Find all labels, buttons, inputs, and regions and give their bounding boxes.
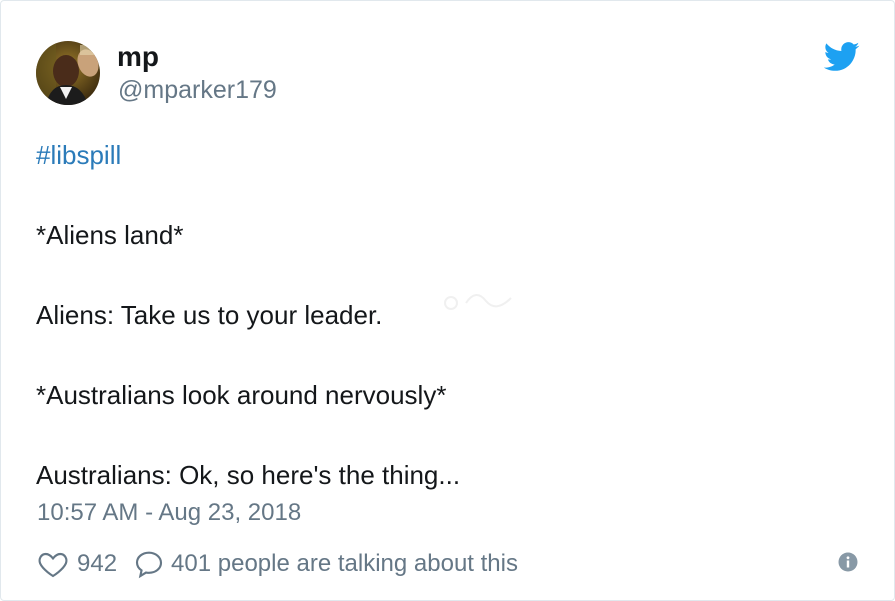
- avatar[interactable]: [36, 41, 100, 105]
- tweet-timestamp[interactable]: 10:57 AM - Aug 23, 2018: [37, 498, 301, 528]
- info-icon[interactable]: [838, 552, 858, 572]
- avatar-photo-icon: [36, 41, 100, 105]
- tweet-card: mp @mparker179 #libspill *Aliens land* A…: [0, 0, 895, 601]
- tweet-line: *Australians look around nervously*: [36, 380, 447, 410]
- talking-count[interactable]: 401 people are talking about this: [171, 550, 518, 578]
- tweet-line: Australians: Ok, so here's the thing...: [36, 460, 461, 490]
- author-handle[interactable]: @mparker179: [118, 75, 277, 105]
- twitter-bird-icon[interactable]: [823, 41, 860, 73]
- watermark-logo: [444, 294, 512, 310]
- speech-bubble-icon[interactable]: [133, 548, 165, 580]
- hashtag-link[interactable]: #libspill: [36, 135, 856, 175]
- tweet-line: *Aliens land*: [36, 220, 184, 250]
- like-count[interactable]: 942: [77, 550, 117, 578]
- tweet-actions: 942 401 people are talking about this: [37, 547, 518, 581]
- author-name[interactable]: mp: [117, 41, 159, 73]
- heart-icon[interactable]: [37, 548, 69, 580]
